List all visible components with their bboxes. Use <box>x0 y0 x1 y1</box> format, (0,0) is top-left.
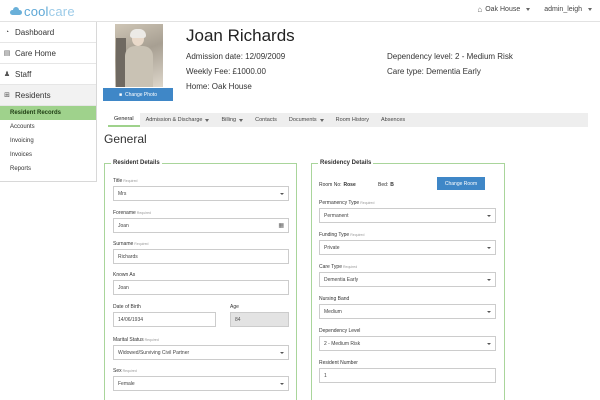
chevron-down-icon <box>487 246 491 249</box>
chevron-down-icon <box>280 351 284 354</box>
chevron-down-icon <box>205 118 210 122</box>
marital-status-select[interactable]: Widowed/Surviving Civil Partner <box>113 345 289 360</box>
home-selector[interactable]: ⌂ Oak House <box>477 5 531 14</box>
section-title: General <box>104 132 147 146</box>
sex-select[interactable]: Female <box>113 376 289 391</box>
permanency-type-select[interactable]: Permanent <box>319 208 496 223</box>
change-photo-button[interactable]: ■ Change Photo <box>103 88 173 101</box>
camera-icon: ■ <box>118 91 123 98</box>
resident-name: Joan Richards <box>186 26 295 45</box>
dependency-level: Dependency level: 2 - Medium Risk <box>387 52 513 61</box>
sidebar-subitem-resident-records[interactable]: Resident Records <box>0 106 96 120</box>
sidebar-item-dashboard[interactable]: ◔ Dashboard <box>0 22 96 43</box>
plus-square-icon: ⊞ <box>4 92 10 99</box>
dependency-level-select[interactable]: 2 - Medium Risk <box>319 336 496 351</box>
chevron-down-icon <box>280 382 284 385</box>
change-room-button[interactable]: Change Room <box>437 177 485 190</box>
surname-label: SurnameRequired <box>113 241 149 247</box>
age-label: Age <box>230 304 239 310</box>
tab-general[interactable]: General <box>108 113 140 127</box>
people-icon: ♟ <box>3 71 11 78</box>
forename-input[interactable]: Joan ▦ <box>113 218 289 233</box>
care-type-select[interactable]: Dementia Early <box>319 272 496 287</box>
chevron-down-icon <box>239 118 244 122</box>
tachometer-icon: ◔ <box>4 28 10 36</box>
resident-number-input[interactable]: 1 <box>319 368 496 383</box>
chevron-down-icon <box>280 192 284 195</box>
top-right-controls: ⌂ Oak House admin_leigh <box>477 5 592 14</box>
contact-card-icon: ▦ <box>278 223 284 229</box>
cloud-icon <box>10 7 22 15</box>
admission-date: Admission date: 12/09/2009 <box>186 52 286 61</box>
bed-number: Bed: B <box>378 182 394 188</box>
chevron-down-icon <box>526 8 531 11</box>
panel-legend: Residency Details <box>318 160 374 166</box>
sidebar: ◔ Dashboard ▤ Care Home ♟ Staff ⊞ Reside… <box>0 22 97 182</box>
resident-photo <box>115 24 163 87</box>
sex-label: SexRequired <box>113 368 137 374</box>
care-type: Care type: Dementia Early <box>387 67 481 76</box>
known-as-label: Known As <box>113 272 136 278</box>
sidebar-item-care-home[interactable]: ▤ Care Home <box>0 43 96 64</box>
nursing-band-label: Nursing Band <box>319 296 350 302</box>
chevron-down-icon <box>487 310 491 313</box>
tab-documents[interactable]: Documents <box>283 113 330 127</box>
funding-type-select[interactable]: Private <box>319 240 496 255</box>
tab-admission-discharge[interactable]: Admission & Discharge <box>140 113 216 127</box>
weekly-fee: Weekly Fee: £1000.00 <box>186 67 266 76</box>
tab-billing[interactable]: Billing <box>215 113 249 127</box>
title-select[interactable]: Mrs <box>113 186 289 201</box>
tab-contacts[interactable]: Contacts <box>249 113 283 127</box>
chevron-down-icon <box>588 8 592 11</box>
home-name: Home: Oak House <box>186 82 252 91</box>
forename-label: ForenameRequired <box>113 210 152 216</box>
user-menu[interactable]: admin_leigh <box>544 6 592 13</box>
resident-number-label: Resident Number <box>319 360 358 366</box>
permanency-type-label: Permanency TypeRequired <box>319 200 375 206</box>
sidebar-item-residents[interactable]: ⊞ Residents <box>0 85 96 106</box>
nursing-band-select[interactable]: Medium <box>319 304 496 319</box>
tab-absences[interactable]: Absences <box>375 113 411 127</box>
surname-input[interactable]: Richards <box>113 249 289 264</box>
sidebar-subitem-invoices[interactable]: Invoices <box>0 148 96 162</box>
sidebar-subitem-invoicing[interactable]: Invoicing <box>0 134 96 148</box>
home-icon: ⌂ <box>477 5 483 14</box>
dob-input[interactable]: 14/06/1934 <box>113 312 216 327</box>
known-as-input[interactable]: Joan <box>113 280 289 295</box>
sidebar-item-staff[interactable]: ♟ Staff <box>0 64 96 85</box>
dob-label: Date of Birth <box>113 304 141 310</box>
top-bar: coolcare ⌂ Oak House admin_leigh <box>0 0 600 22</box>
record-tabs: General Admission & Discharge Billing Co… <box>108 113 588 127</box>
sidebar-subitem-accounts[interactable]: Accounts <box>0 120 96 134</box>
chevron-down-icon <box>487 342 491 345</box>
care-type-label: Care TypeRequired <box>319 264 358 270</box>
chevron-down-icon <box>319 118 324 122</box>
title-label: TitleRequired <box>113 178 138 184</box>
age-input: 84 <box>230 312 289 327</box>
building-icon: ▤ <box>3 50 11 57</box>
dependency-level-label: Dependency Level <box>319 328 361 334</box>
coolcare-logo[interactable]: coolcare <box>10 3 75 19</box>
sidebar-subitem-reports[interactable]: Reports <box>0 162 96 176</box>
room-number: Room No: Rose <box>319 182 356 188</box>
funding-type-label: Funding TypeRequired <box>319 232 365 238</box>
logo-text: coolcare <box>24 3 75 19</box>
marital-status-label: Marital StatusRequired <box>113 337 159 343</box>
tab-room-history[interactable]: Room History <box>330 113 375 127</box>
chevron-down-icon <box>487 214 491 217</box>
chevron-down-icon <box>487 278 491 281</box>
panel-legend: Resident Details <box>111 160 162 166</box>
